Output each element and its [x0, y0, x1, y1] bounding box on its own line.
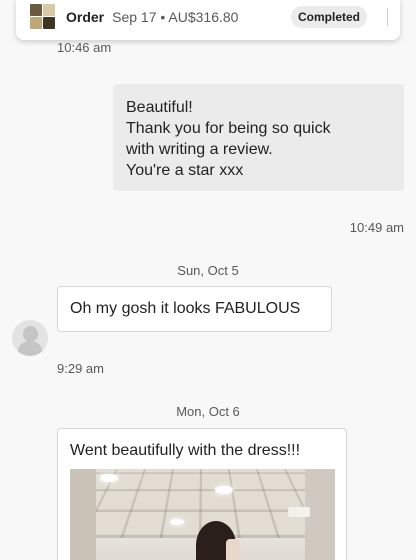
- header-divider: [387, 8, 388, 26]
- message-line: with writing a review.: [126, 141, 273, 158]
- message-line: Beautiful!: [126, 99, 193, 116]
- message-text: Went beautifully with the dress!!!: [70, 442, 301, 459]
- status-badge: Completed: [290, 6, 367, 28]
- message-line: Thank you for being so quick: [126, 120, 331, 137]
- order-label: Order: [66, 9, 105, 25]
- order-thumbnail: [30, 4, 56, 30]
- order-meta: Sep 17 • AU$316.80: [112, 9, 239, 25]
- timestamp-incoming: 9:29 am: [57, 361, 104, 376]
- message-line: You're a star xxx: [126, 162, 244, 179]
- message-text: Oh my gosh it looks FABULOUS: [70, 300, 301, 317]
- attached-photo[interactable]: [70, 469, 335, 560]
- outgoing-message: Beautiful! Thank you for being so quick …: [113, 84, 404, 191]
- day-separator: Mon, Oct 6: [176, 404, 240, 419]
- order-summary-card[interactable]: Order Sep 17 • AU$316.80 Completed: [16, 0, 400, 40]
- incoming-message-with-photo: Went beautifully with the dress!!!: [57, 428, 347, 560]
- day-separator: Sun, Oct 5: [177, 263, 239, 278]
- incoming-message: Oh my gosh it looks FABULOUS: [57, 286, 332, 332]
- timestamp-top: 10:46 am: [57, 40, 112, 55]
- timestamp-outgoing: 10:49 am: [349, 220, 404, 235]
- user-avatar-icon[interactable]: [12, 320, 48, 356]
